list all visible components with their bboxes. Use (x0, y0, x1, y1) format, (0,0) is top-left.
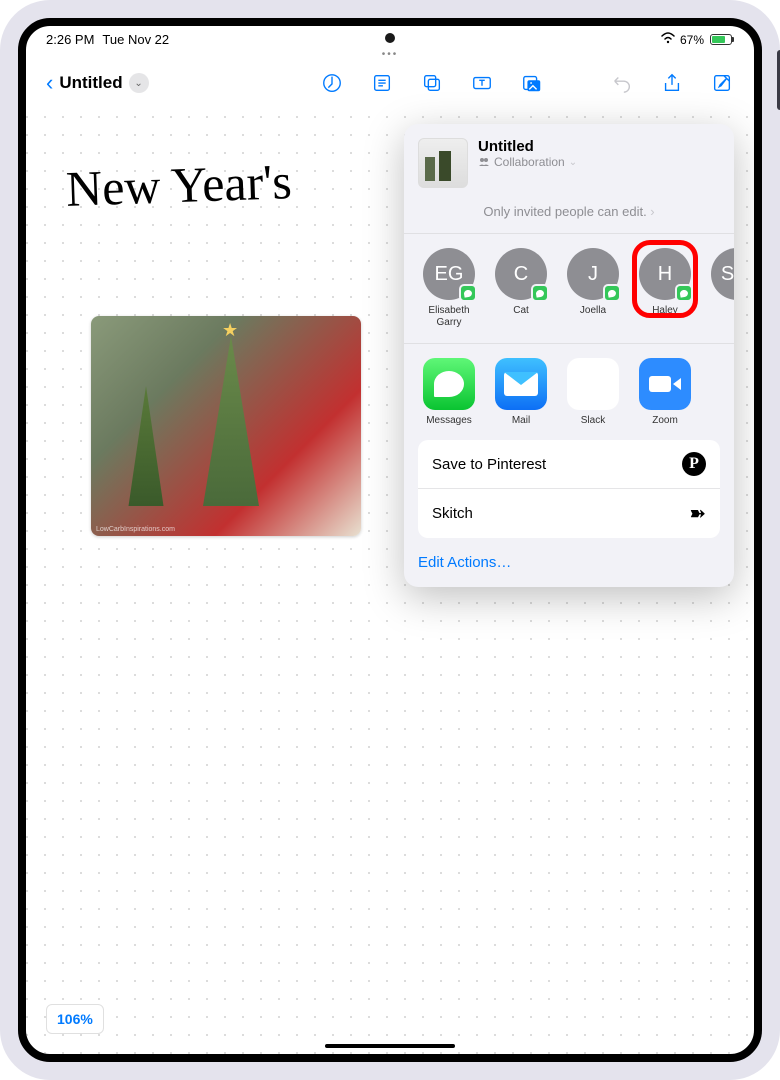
app-mail[interactable]: Mail (490, 358, 552, 426)
compose-icon[interactable] (710, 71, 734, 95)
textbox-tool-icon[interactable] (470, 71, 494, 95)
embedded-photo[interactable]: ★ LowCarbInspirations.com (91, 316, 361, 536)
app-more[interactable] (706, 358, 734, 426)
title-dropdown-icon[interactable]: ⌄ (129, 73, 149, 93)
text-tool-icon[interactable] (370, 71, 394, 95)
messages-badge-icon (531, 284, 549, 302)
photo-watermark: LowCarbInspirations.com (96, 526, 175, 533)
status-date: Tue Nov 22 (102, 32, 169, 47)
share-doc-title: Untitled (478, 138, 720, 155)
pinterest-icon: P (682, 452, 706, 476)
share-contacts-row: EGElisabeth GarryCCatJJoellaHHaley SIS2 (404, 234, 734, 344)
front-camera (385, 33, 395, 43)
share-actions-block: Save to PinterestPSkitch➽ (418, 440, 720, 538)
shape-tool-icon[interactable] (420, 71, 444, 95)
slack-icon (567, 358, 619, 410)
battery-icon (708, 34, 734, 45)
skitch-icon: ➽ (689, 501, 706, 526)
-icon (711, 358, 734, 410)
handwriting-text[interactable]: New Year's (65, 152, 293, 218)
multitask-dots[interactable]: ••• (26, 47, 754, 62)
share-permission-row[interactable]: Only invited people can edit. (404, 198, 734, 234)
share-mode[interactable]: Collaboration ⌄ (478, 155, 720, 169)
share-apps-row: MessagesMailSlackZoom (404, 344, 734, 440)
media-tool-icon[interactable] (520, 71, 544, 95)
zoom-icon (639, 358, 691, 410)
back-button[interactable]: ‹ (46, 70, 53, 96)
action-save-to-pinterest[interactable]: Save to PinterestP (418, 440, 720, 489)
app-toolbar: ‹ Untitled ⌄ (26, 62, 754, 106)
action-skitch[interactable]: Skitch➽ (418, 489, 720, 538)
app-slack[interactable]: Slack (562, 358, 624, 426)
contact-cat[interactable]: CCat (490, 248, 552, 329)
contact-joella[interactable]: JJoella (562, 248, 624, 329)
home-indicator[interactable] (325, 1044, 455, 1048)
messages-badge-icon (603, 284, 621, 302)
screen: 2:26 PM Tue Nov 22 67% ••• ‹ Untitled ⌄ (18, 18, 762, 1062)
share-sheet: Untitled Collaboration ⌄ Only invited pe… (404, 124, 734, 587)
mail-icon (495, 358, 547, 410)
contact-elisabeth-garry[interactable]: EGElisabeth Garry (418, 248, 480, 329)
document-title[interactable]: Untitled (59, 73, 122, 93)
wifi-icon (660, 32, 676, 47)
ipad-frame: 2:26 PM Tue Nov 22 67% ••• ‹ Untitled ⌄ (0, 0, 780, 1080)
share-thumbnail (418, 138, 468, 188)
pen-tool-icon[interactable] (320, 71, 344, 95)
zoom-level[interactable]: 106% (46, 1004, 104, 1034)
app-messages[interactable]: Messages (418, 358, 480, 426)
messages-badge-icon (459, 284, 477, 302)
status-time: 2:26 PM (46, 32, 94, 47)
contact-haley[interactable]: HHaley (634, 248, 696, 329)
share-icon[interactable] (660, 71, 684, 95)
app-zoom[interactable]: Zoom (634, 358, 696, 426)
battery-percent: 67% (680, 33, 704, 47)
undo-icon[interactable] (610, 71, 634, 95)
contact-sis[interactable]: SIS2 (706, 248, 734, 329)
messages-badge-icon (675, 284, 693, 302)
messages-icon (423, 358, 475, 410)
edit-actions-button[interactable]: Edit Actions… (404, 544, 734, 587)
